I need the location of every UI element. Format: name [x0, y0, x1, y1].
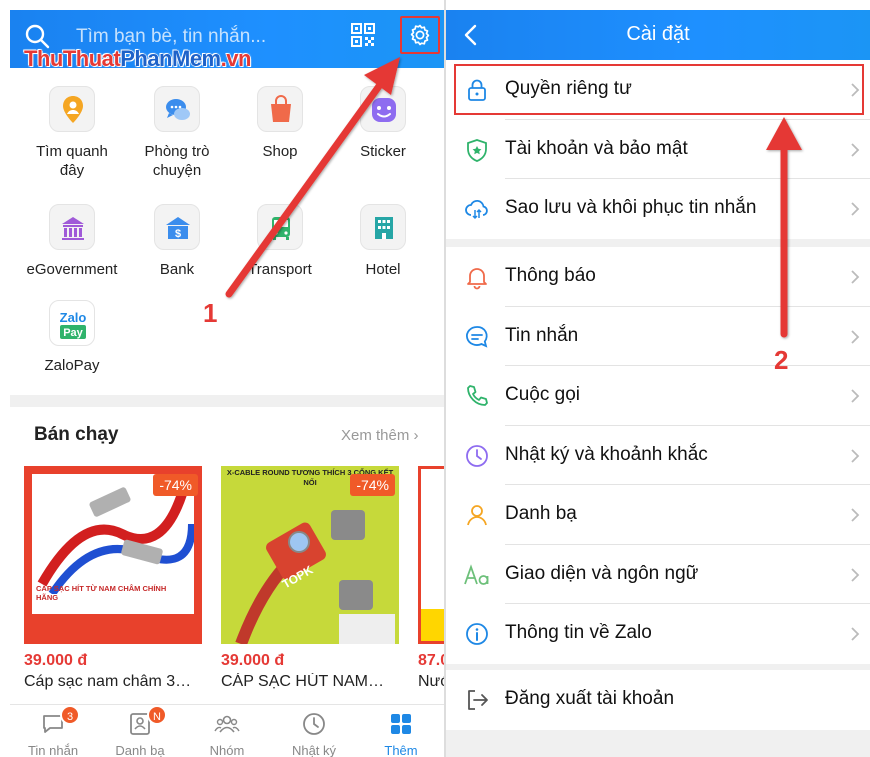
arrow-2 — [766, 117, 802, 338]
annotation-label-2: 2 — [774, 345, 789, 375]
arrow-1 — [225, 57, 400, 298]
annotation-label-1: 1 — [203, 298, 218, 328]
screenshot-root: Tìm bạn bè, tin nhắn... ThuThuatPhanMem.… — [0, 0, 870, 757]
annotation-overlay — [225, 57, 802, 338]
